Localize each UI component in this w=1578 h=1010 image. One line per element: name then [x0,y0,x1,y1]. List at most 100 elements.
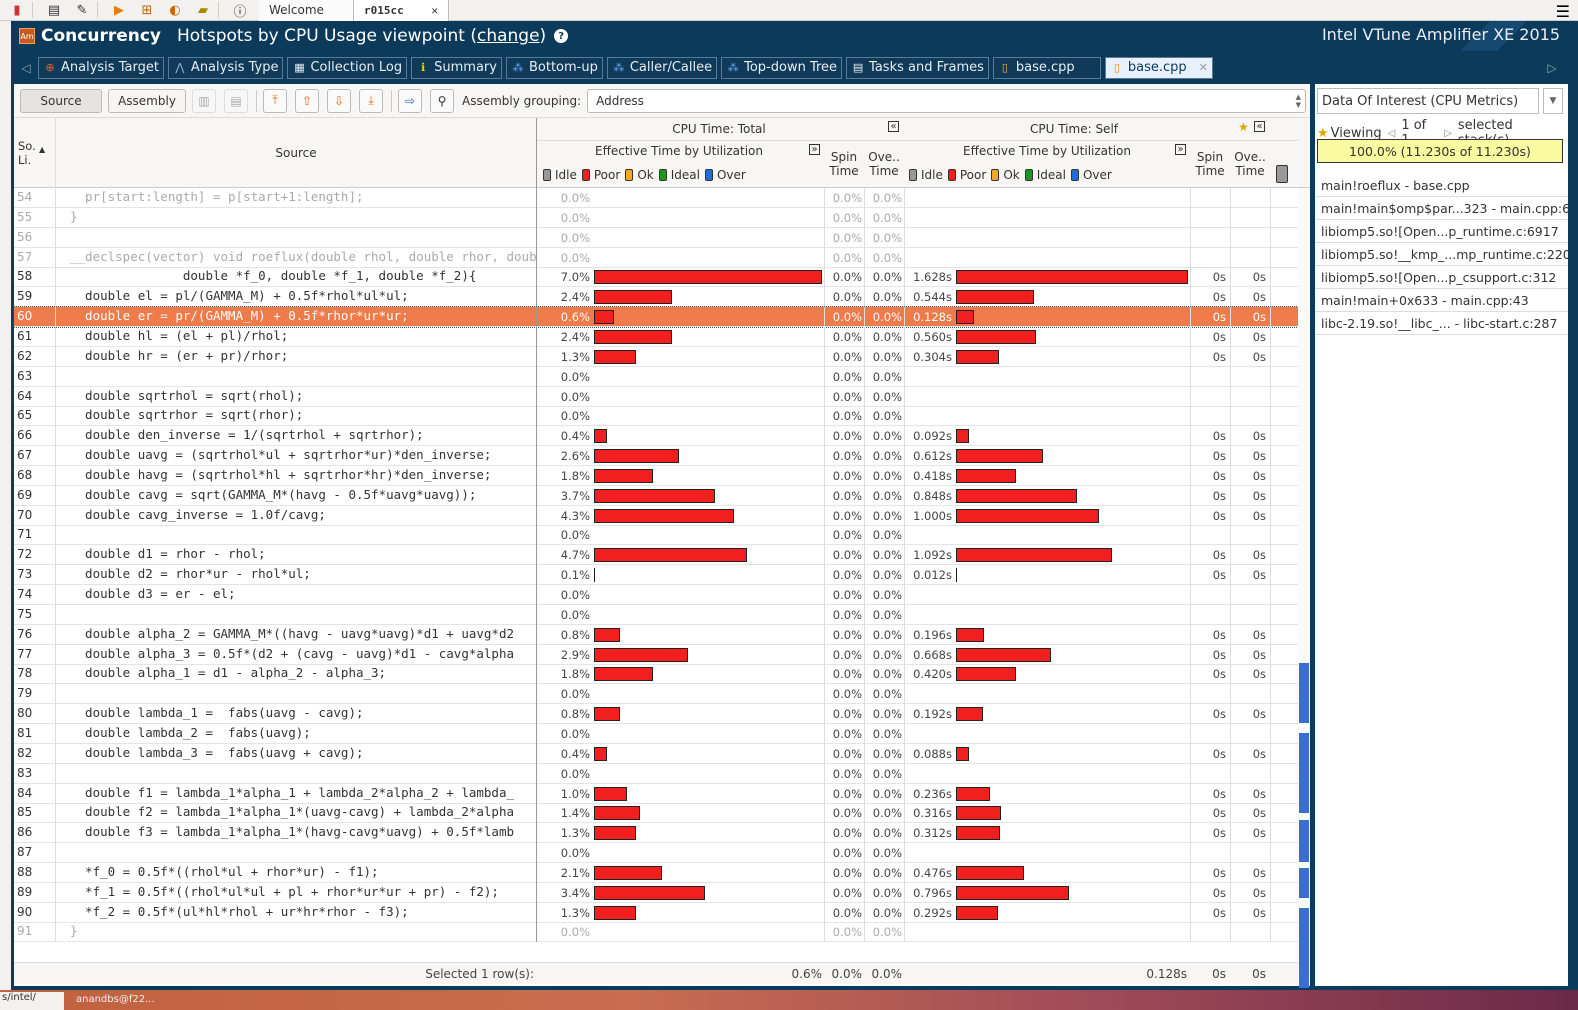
close-icon[interactable]: ✕ [431,4,438,17]
menu-icon[interactable]: ☰ [1556,2,1570,21]
hotspot-scroll-markers[interactable] [1298,188,1310,988]
table-row[interactable]: 81 double lambda_2 = fabs(uavg); 0.0% 0.0%… [14,723,1298,744]
layout-icon[interactable]: ▤ [224,88,248,113]
table-row[interactable]: 74 double d3 = er - el; 0.0% 0.0% 0.0% [14,585,1298,605]
hotspot-marker[interactable] [1299,820,1309,862]
table-row[interactable]: 89 *f_1 = 0.5f*((rhol*ul*ul + pl + rhor*… [14,882,1298,903]
column-source-line[interactable]: So. Li. [14,118,55,188]
hotspot-marker[interactable] [1299,663,1309,723]
table-row[interactable]: 66 double den_inverse = 1/(sqrtrhol + sq… [14,426,1298,447]
scroll-left-icon[interactable]: ◁ [14,61,38,75]
table-row[interactable]: 73 double d2 = rhor*ur - rhol*ul; 0.1% 0.0… [14,565,1298,586]
help-icon[interactable]: ⓘ [229,1,251,20]
table-row[interactable]: 76 double alpha_2 = GAMMA_M*((havg - uav… [14,624,1298,645]
tab-bottom-up[interactable]: ⁂ Bottom-up [505,56,603,79]
stack-frame[interactable]: libc-2.19.so!__libc_... - libc-start.c:2… [1315,312,1568,335]
tab-analysis-type[interactable]: ⋀ Analysis Type [167,56,284,79]
table-row[interactable]: 59 double el = pl/(GAMMA_M) + 0.5f*rhol*… [14,287,1298,308]
stack-frame[interactable]: libiomp5.so!__kmp_...mp_runtime.c:2205 [1315,243,1568,266]
data-of-interest-select[interactable]: Data Of Interest (CPU Metrics) [1317,88,1539,114]
compare-icon[interactable]: ◐ [164,1,186,19]
stack-frame[interactable]: main!main$omp$par...323 - main.cpp:63 [1315,197,1568,220]
search-icon[interactable]: ⚲ [430,88,454,113]
table-row[interactable]: 72 double d1 = rhor - rhol; 4.7% 0.0% 0.0% 1… [14,545,1298,566]
table-row[interactable]: 69 double cavg = sqrt(GAMMA_M*(havg - 0.… [14,485,1298,506]
table-row[interactable]: 55} 0.0% 0.0% 0.0% [14,207,1298,228]
table-row[interactable]: 61 double hl = (el + pl)/rhol; 2.4% 0.0% 0.… [14,326,1298,347]
dropdown-arrow-icon[interactable]: ▼ [1543,88,1563,114]
tab-result[interactable]: r015cc ✕ [354,0,449,21]
column-source[interactable]: Source [56,118,536,188]
split-view-icon[interactable]: ▥ [192,88,216,113]
assembly-button[interactable]: Assembly [108,88,186,113]
cpu-time-self-header[interactable]: CPU Time: Self [904,118,1244,140]
tab-welcome[interactable]: Welcome [259,0,354,21]
last-hotspot-icon[interactable]: ⤓ [359,88,383,113]
hotspot-marker[interactable] [1299,908,1309,948]
spin-time-header[interactable]: Spin Time [824,140,864,188]
edit-project-icon[interactable]: ✎ [71,1,93,19]
cpu-time-total-header[interactable]: CPU Time: Total [537,118,901,140]
scroll-right-icon[interactable]: ▷ [1540,61,1564,75]
tab-tasks-and-frames[interactable]: ▤ Tasks and Frames [846,56,989,79]
tab-caller-callee[interactable]: ⁂ Caller/Callee [606,56,718,79]
hotspot-marker[interactable] [1299,883,1309,898]
taskbar-item[interactable]: anandbs@f22... [76,994,155,1005]
previous-stack-icon[interactable]: ◁ [1388,128,1396,139]
table-row[interactable]: 80 double lambda_1 = fabs(uavg - cavg); 0… [14,704,1298,725]
table-row[interactable]: 58 double *f_0, double *f_1, double *f_2… [14,267,1298,288]
next-stack-icon[interactable]: ▷ [1444,128,1452,139]
tab-top-down-tree[interactable]: ⁂ Top-down Tree [721,56,843,79]
table-row[interactable]: 62 double hr = (er + pr)/rhor; 1.3% 0.0% 0.… [14,346,1298,367]
chart-icon[interactable]: ▮ [6,1,28,19]
table-row[interactable]: 68 double havg = (sqrtrhol*hl + sqrtrhor… [14,465,1298,486]
collapse-icon[interactable]: « [1254,121,1265,132]
run-icon[interactable]: ▶ [108,1,130,19]
open-source-file-icon[interactable]: ⇨ [398,88,422,113]
table-row[interactable]: 86 double f3 = lambda_1*alpha_1*(havg-ca… [14,823,1298,844]
close-tab-icon[interactable]: ✕ [1199,61,1208,74]
table-row[interactable]: 90 *f_2 = 0.5f*(ul*hl*rhol + ur*hr*rhor … [14,902,1298,923]
table-row[interactable]: 84 double f1 = lambda_1*alpha_1 + lambda… [14,783,1298,804]
table-row[interactable]: 67 double uavg = (sqrtrhol*ul + sqrtrhor… [14,446,1298,467]
stack-frame[interactable]: main!roeflux - base.cpp [1315,174,1568,197]
table-row[interactable]: 87 0.0% 0.0% 0.0% [14,843,1298,864]
tab-base-cpp-1[interactable]: ▯ base.cpp [992,56,1101,79]
table-row[interactable]: 88 *f_0 = 0.5f*((rhol*ul + rhor*ur) - f1… [14,862,1298,883]
overhead-time-header[interactable]: Ove.. Time [864,140,904,188]
new-project-icon[interactable]: ▤ [43,1,65,19]
assembly-grouping-select[interactable]: Address ▲ ▼ [587,88,1306,113]
open-folder-icon[interactable]: ▰ [192,1,214,19]
tab-analysis-target[interactable]: ⊕ Analysis Target [38,56,164,79]
effective-time-header[interactable]: Effective Time by Utilization [537,140,821,162]
table-row[interactable]: 75 0.0% 0.0% 0.0% [14,604,1298,625]
taskbar-item[interactable]: s/intel/ [0,992,64,1010]
previous-hotspot-icon[interactable]: ⇧ [295,88,319,113]
table-row[interactable]: 83 0.0% 0.0% 0.0% [14,763,1298,784]
table-row[interactable]: 64 double sqrtrhol = sqrt(rhol); 0.0% 0.0%… [14,386,1298,407]
import-icon[interactable]: ⊞ [136,1,158,19]
table-row[interactable]: 54 pr[start:length] = p[start+1:length];… [14,188,1298,208]
source-button[interactable]: Source [20,88,102,113]
tab-collection-log[interactable]: ▦ Collection Log [287,56,408,79]
spin-time-self-header[interactable]: Spin Time [1190,140,1230,188]
table-row[interactable]: 78 double alpha_1 = d1 - alpha_2 - alpha… [14,664,1298,685]
table-row[interactable]: 60 double er = pr/(GAMMA_M) + 0.5f*rhor*… [13,306,1299,329]
change-viewpoint-link[interactable]: change [477,26,540,46]
effective-time-self-header[interactable]: Effective Time by Utilization [904,140,1190,162]
tab-summary[interactable]: ℹ Summary [411,56,502,79]
stack-frame[interactable]: libiomp5.so![Open...p_runtime.c:6917 [1315,220,1568,243]
help-icon[interactable]: ? [554,29,569,43]
table-row[interactable]: 70 double cavg_inverse = 1.0f/cavg; 4.3% 0… [14,505,1298,526]
table-row[interactable]: 85 double f2 = lambda_1*alpha_1*(uavg-ca… [14,803,1298,824]
hotspot-marker[interactable] [1299,785,1309,813]
collapse-icon[interactable]: « [888,121,899,132]
expand-icon[interactable]: » [809,144,820,155]
stack-frame[interactable]: main!main+0x633 - main.cpp:43 [1315,289,1568,312]
stack-frame[interactable]: libiomp5.so![Open...p_csupport.c:312 [1315,266,1568,289]
table-row[interactable]: 71 0.0% 0.0% 0.0% [14,525,1298,546]
first-hotspot-icon[interactable]: ⤒ [263,88,287,113]
table-row[interactable]: 65 double sqrtrhor = sqrt(rhor); 0.0% 0.0%… [14,406,1298,427]
hotspot-marker[interactable] [1299,868,1309,883]
next-hotspot-icon[interactable]: ⇩ [327,88,351,113]
